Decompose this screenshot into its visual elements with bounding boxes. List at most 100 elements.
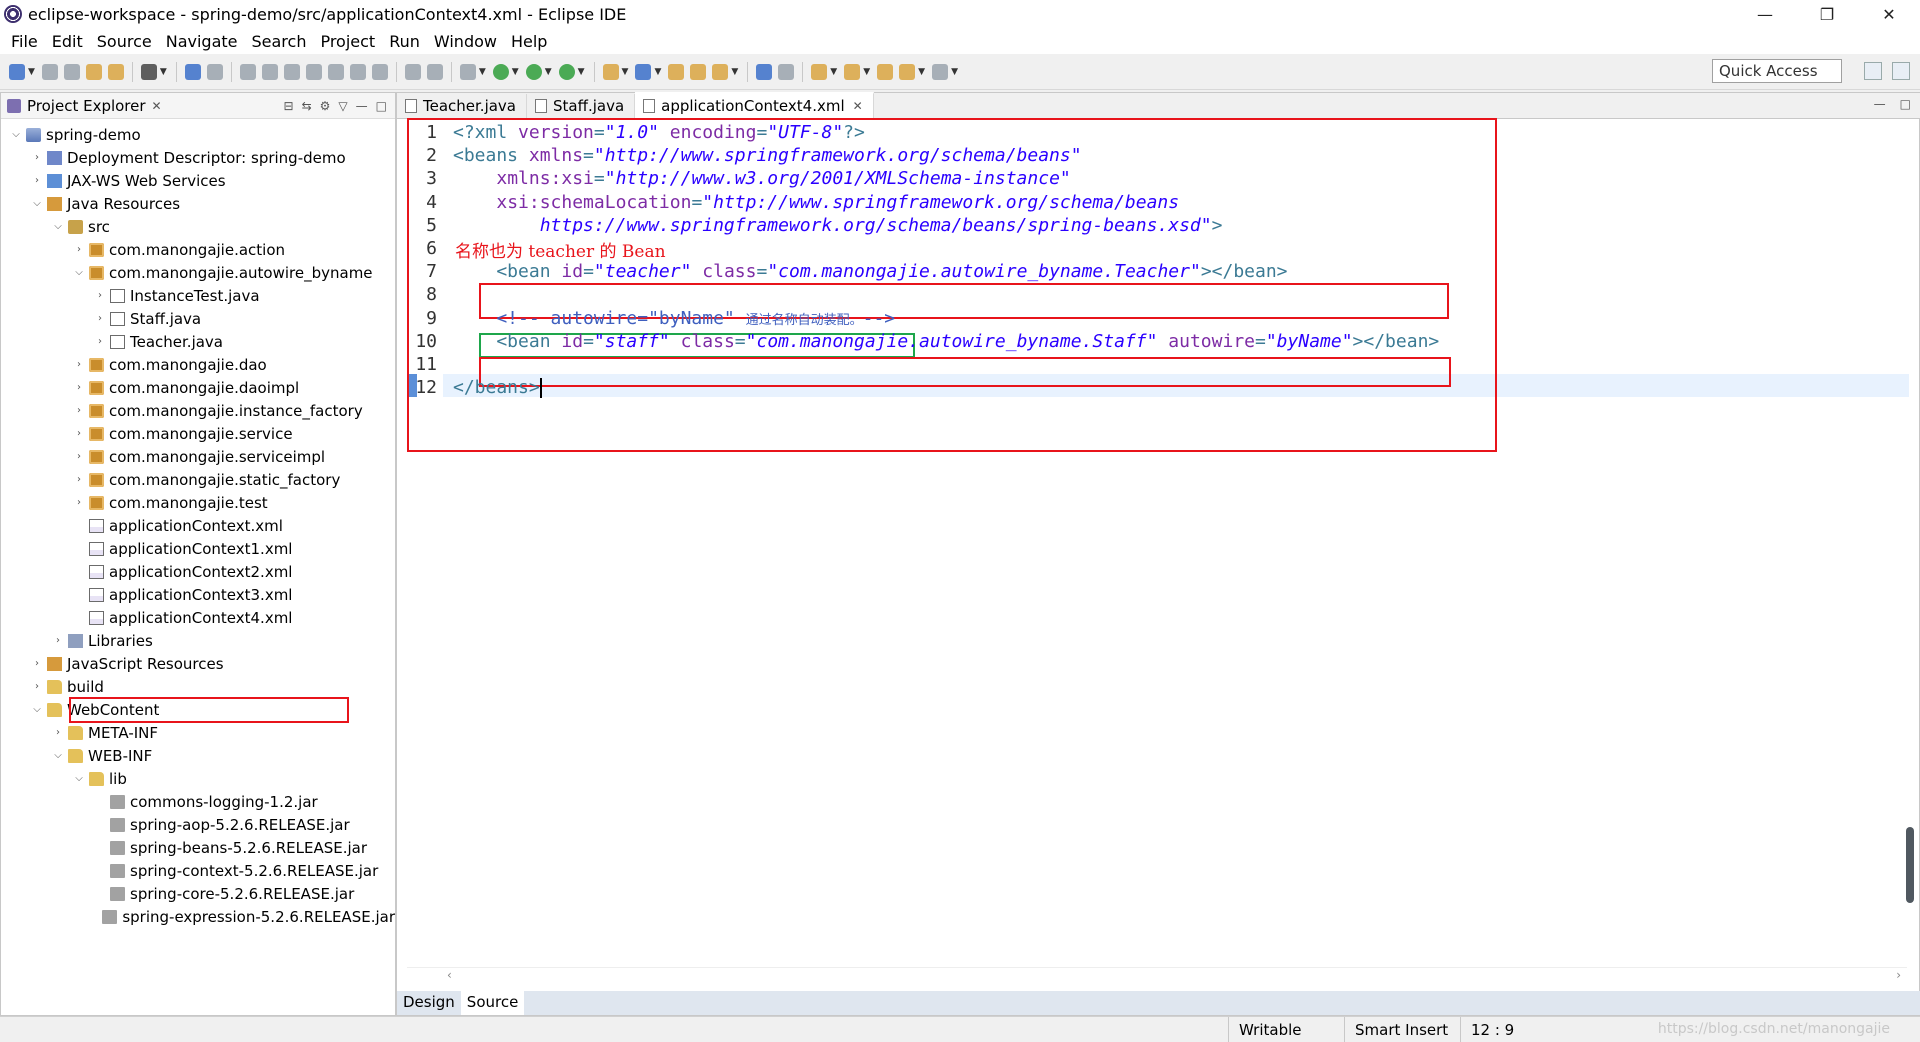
pin-editor-icon[interactable]: [778, 63, 795, 80]
menu-navigate[interactable]: Navigate: [159, 32, 245, 51]
filter-icon[interactable]: ⚙: [320, 99, 331, 113]
tree-item[interactable]: › Deployment Descriptor: spring-demo: [1, 146, 395, 169]
collapsed-chevron-icon[interactable]: ›: [72, 497, 86, 508]
back-dropdown-icon[interactable]: ▼: [918, 67, 925, 77]
collapsed-chevron-icon[interactable]: ›: [93, 313, 107, 324]
server-icon[interactable]: [140, 63, 157, 80]
scroll-right-icon[interactable]: ›: [1896, 968, 1901, 982]
collapsed-chevron-icon[interactable]: ›: [72, 405, 86, 416]
tree-item[interactable]: › com.manongajie.test: [1, 491, 395, 514]
tree-item[interactable]: spring-aop-5.2.6.RELEASE.jar: [1, 813, 395, 836]
format-icon[interactable]: [404, 63, 421, 80]
print-icon[interactable]: [85, 63, 102, 80]
menu-search[interactable]: Search: [244, 32, 313, 51]
close-view-icon[interactable]: ✕: [152, 99, 162, 113]
view-menu-icon[interactable]: ▽: [338, 99, 347, 113]
save-icon[interactable]: [41, 63, 58, 80]
tree-item[interactable]: › InstanceTest.java: [1, 284, 395, 307]
suspend-icon[interactable]: [261, 63, 278, 80]
expanded-chevron-icon[interactable]: ⌵: [9, 129, 23, 140]
collapsed-chevron-icon[interactable]: ›: [72, 359, 86, 370]
tree-item[interactable]: › com.manongajie.static_factory: [1, 468, 395, 491]
tree-item[interactable]: › com.manongajie.service: [1, 422, 395, 445]
tree-item[interactable]: commons-logging-1.2.jar: [1, 790, 395, 813]
tree-item[interactable]: › com.manongajie.instance_factory: [1, 399, 395, 422]
tree-item[interactable]: applicationContext.xml: [1, 514, 395, 537]
tree-item[interactable]: › com.manongajie.action: [1, 238, 395, 261]
project-explorer-title[interactable]: Project Explorer: [27, 97, 146, 115]
java-ee-perspective-icon[interactable]: [1892, 62, 1910, 80]
code-line[interactable]: xsi:schemaLocation="http://www.springfra…: [453, 191, 1179, 214]
step-over-icon[interactable]: [349, 63, 366, 80]
tree-item[interactable]: ⌵ src: [1, 215, 395, 238]
tree-item[interactable]: › JavaScript Resources: [1, 652, 395, 675]
tree-item[interactable]: › Staff.java: [1, 307, 395, 330]
tree-item[interactable]: spring-beans-5.2.6.RELEASE.jar: [1, 836, 395, 859]
collapsed-chevron-icon[interactable]: ›: [93, 336, 107, 347]
minimize-editor-icon[interactable]: —: [1874, 97, 1886, 111]
menu-file[interactable]: File: [4, 32, 45, 51]
scroll-left-icon[interactable]: ‹: [447, 968, 452, 982]
debug-icon[interactable]: [459, 63, 476, 80]
next-annotation-icon[interactable]: [811, 63, 828, 80]
skip-breakpoints-icon[interactable]: [206, 63, 223, 80]
close-button[interactable]: ✕: [1858, 0, 1920, 28]
open-task-icon[interactable]: [690, 63, 707, 80]
collapse-all-icon[interactable]: ⊟: [284, 99, 294, 113]
menu-help[interactable]: Help: [504, 32, 554, 51]
step-return-icon[interactable]: [371, 63, 388, 80]
external-tools-icon[interactable]: [558, 63, 575, 80]
open-perspective-icon[interactable]: [1864, 62, 1882, 80]
validate-icon[interactable]: [426, 63, 443, 80]
back-icon[interactable]: [899, 63, 916, 80]
resume-icon[interactable]: [239, 63, 256, 80]
step-into-icon[interactable]: [327, 63, 344, 80]
code-line[interactable]: <?xml version="1.0" encoding="UTF-8"?>: [453, 121, 865, 144]
maximize-view-icon[interactable]: □: [376, 99, 387, 113]
close-tab-icon[interactable]: ✕: [853, 99, 863, 113]
coverage-icon[interactable]: [525, 63, 542, 80]
tree-item[interactable]: › com.manongajie.dao: [1, 353, 395, 376]
save-all-icon[interactable]: [63, 63, 80, 80]
menu-run[interactable]: Run: [382, 32, 427, 51]
tree-item[interactable]: › com.manongajie.serviceimpl: [1, 445, 395, 468]
tree-item[interactable]: spring-core-5.2.6.RELEASE.jar: [1, 882, 395, 905]
collapsed-chevron-icon[interactable]: ›: [30, 658, 44, 669]
previous-annotation-dropdown-icon[interactable]: ▼: [863, 67, 870, 77]
collapsed-chevron-icon[interactable]: ›: [72, 244, 86, 255]
maximize-editor-icon[interactable]: □: [1900, 97, 1911, 111]
tree-item[interactable]: ⌵ lib: [1, 767, 395, 790]
terminate-icon[interactable]: [283, 63, 300, 80]
tree-item[interactable]: applicationContext2.xml: [1, 560, 395, 583]
collapsed-chevron-icon[interactable]: ›: [93, 290, 107, 301]
search-dropdown-icon[interactable]: ▼: [731, 67, 738, 77]
tree-item[interactable]: applicationContext1.xml: [1, 537, 395, 560]
expanded-chevron-icon[interactable]: ⌵: [51, 750, 65, 761]
code-line[interactable]: <bean id="teacher" class="com.manongajie…: [453, 260, 1287, 283]
tab-source[interactable]: Source: [460, 991, 525, 1015]
code-line[interactable]: <!-- autowire="byName" 通过名称自动装配。-->: [453, 307, 895, 330]
tab-teacher-java[interactable]: Teacher.java: [397, 94, 528, 118]
code-line[interactable]: <bean id="staff" class="com.manongajie.a…: [453, 330, 1439, 353]
expanded-chevron-icon[interactable]: ⌵: [51, 221, 65, 232]
collapsed-chevron-icon[interactable]: ›: [72, 428, 86, 439]
new-class-dropdown-icon[interactable]: ▼: [654, 67, 661, 77]
menu-edit[interactable]: Edit: [45, 32, 90, 51]
collapsed-chevron-icon[interactable]: ›: [51, 635, 65, 646]
tree-item[interactable]: › META-INF: [1, 721, 395, 744]
new-package-icon[interactable]: [602, 63, 619, 80]
debug-dropdown-icon[interactable]: ▼: [479, 67, 486, 77]
new-class-icon[interactable]: [635, 63, 652, 80]
menu-source[interactable]: Source: [90, 32, 159, 51]
tree-item[interactable]: applicationContext3.xml: [1, 583, 395, 606]
build-icon[interactable]: [107, 63, 124, 80]
vertical-scrollbar[interactable]: [1901, 121, 1919, 981]
scrollbar-thumb[interactable]: [1906, 827, 1914, 903]
tree-item[interactable]: › Libraries: [1, 629, 395, 652]
tree-item[interactable]: › Teacher.java: [1, 330, 395, 353]
minimize-button[interactable]: —: [1734, 0, 1796, 28]
menu-project[interactable]: Project: [313, 32, 382, 51]
tree-item[interactable]: › com.manongajie.daoimpl: [1, 376, 395, 399]
tree-item[interactable]: ⌵ spring-demo: [1, 123, 395, 146]
new-package-dropdown-icon[interactable]: ▼: [622, 67, 629, 77]
